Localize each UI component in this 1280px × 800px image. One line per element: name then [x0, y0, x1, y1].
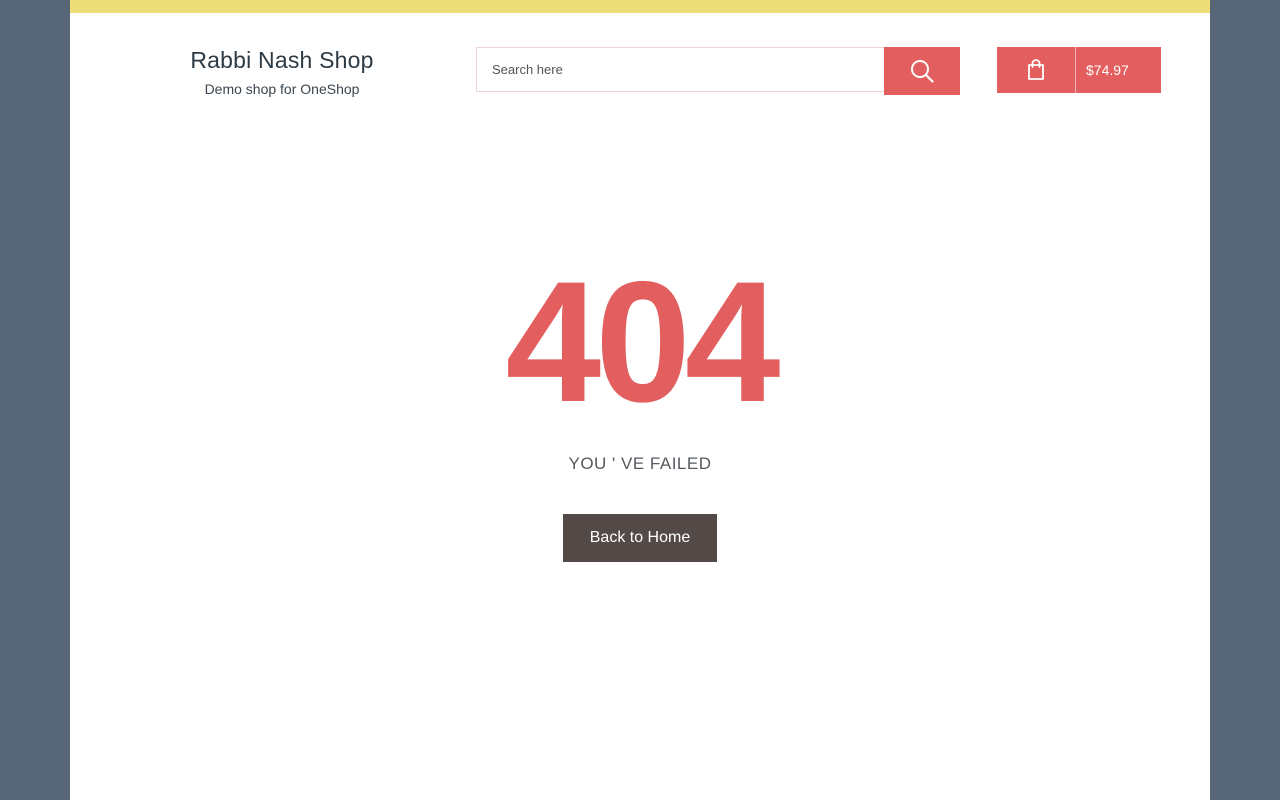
search-button[interactable] — [884, 47, 960, 95]
cart-button[interactable] — [997, 47, 1075, 93]
search-input[interactable] — [476, 47, 884, 92]
site-tagline: Demo shop for OneShop — [204, 81, 360, 97]
back-to-home-button[interactable]: Back to Home — [563, 514, 717, 562]
page-container: Rabbi Nash Shop Demo shop for OneShop $7… — [70, 0, 1210, 800]
site-branding: Rabbi Nash Shop Demo shop for OneShop — [167, 44, 397, 99]
search-icon — [911, 60, 934, 83]
error-code: 404 — [505, 246, 781, 438]
top-bar — [70, 0, 1210, 13]
shopping-bag-icon — [1028, 59, 1044, 80]
error-message: YOU ' VE FAILED — [568, 454, 712, 473]
search-form — [476, 47, 960, 95]
cart-total[interactable]: $74.97 — [1076, 47, 1161, 93]
site-title[interactable]: Rabbi Nash Shop — [167, 44, 397, 76]
cart-widget: $74.97 — [997, 47, 1161, 93]
